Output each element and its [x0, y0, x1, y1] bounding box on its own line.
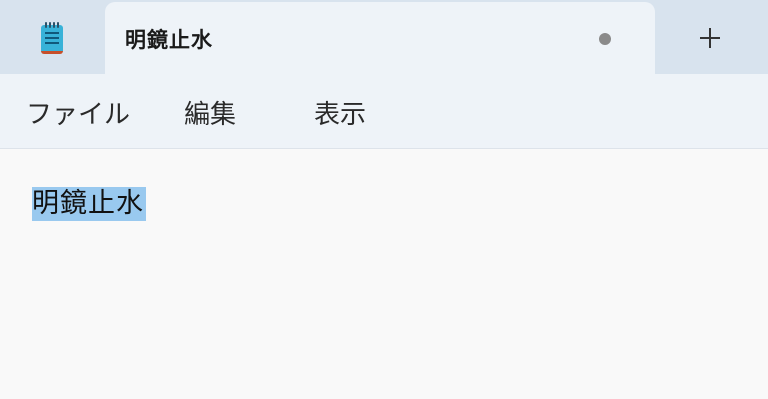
tab-bar: 明鏡止水: [0, 0, 768, 74]
menu-bar: ファイル 編集 表示: [0, 74, 768, 149]
tab-active[interactable]: 明鏡止水: [105, 2, 655, 74]
menu-view[interactable]: 表示: [314, 94, 366, 131]
notepad-icon: [39, 20, 65, 54]
text-editor[interactable]: 明鏡止水: [0, 149, 768, 399]
menu-file[interactable]: ファイル: [26, 94, 130, 131]
unsaved-indicator-icon[interactable]: [599, 33, 611, 45]
plus-icon: [700, 28, 720, 48]
app-icon-area: [0, 0, 104, 74]
tab-title: 明鏡止水: [125, 28, 213, 52]
menu-edit[interactable]: 編集: [184, 94, 236, 131]
new-tab-button[interactable]: [680, 20, 740, 56]
notepad-window: 明鏡止水 ファイル 編集 表示 明鏡止水: [0, 0, 768, 399]
selected-text[interactable]: 明鏡止水: [32, 187, 146, 221]
